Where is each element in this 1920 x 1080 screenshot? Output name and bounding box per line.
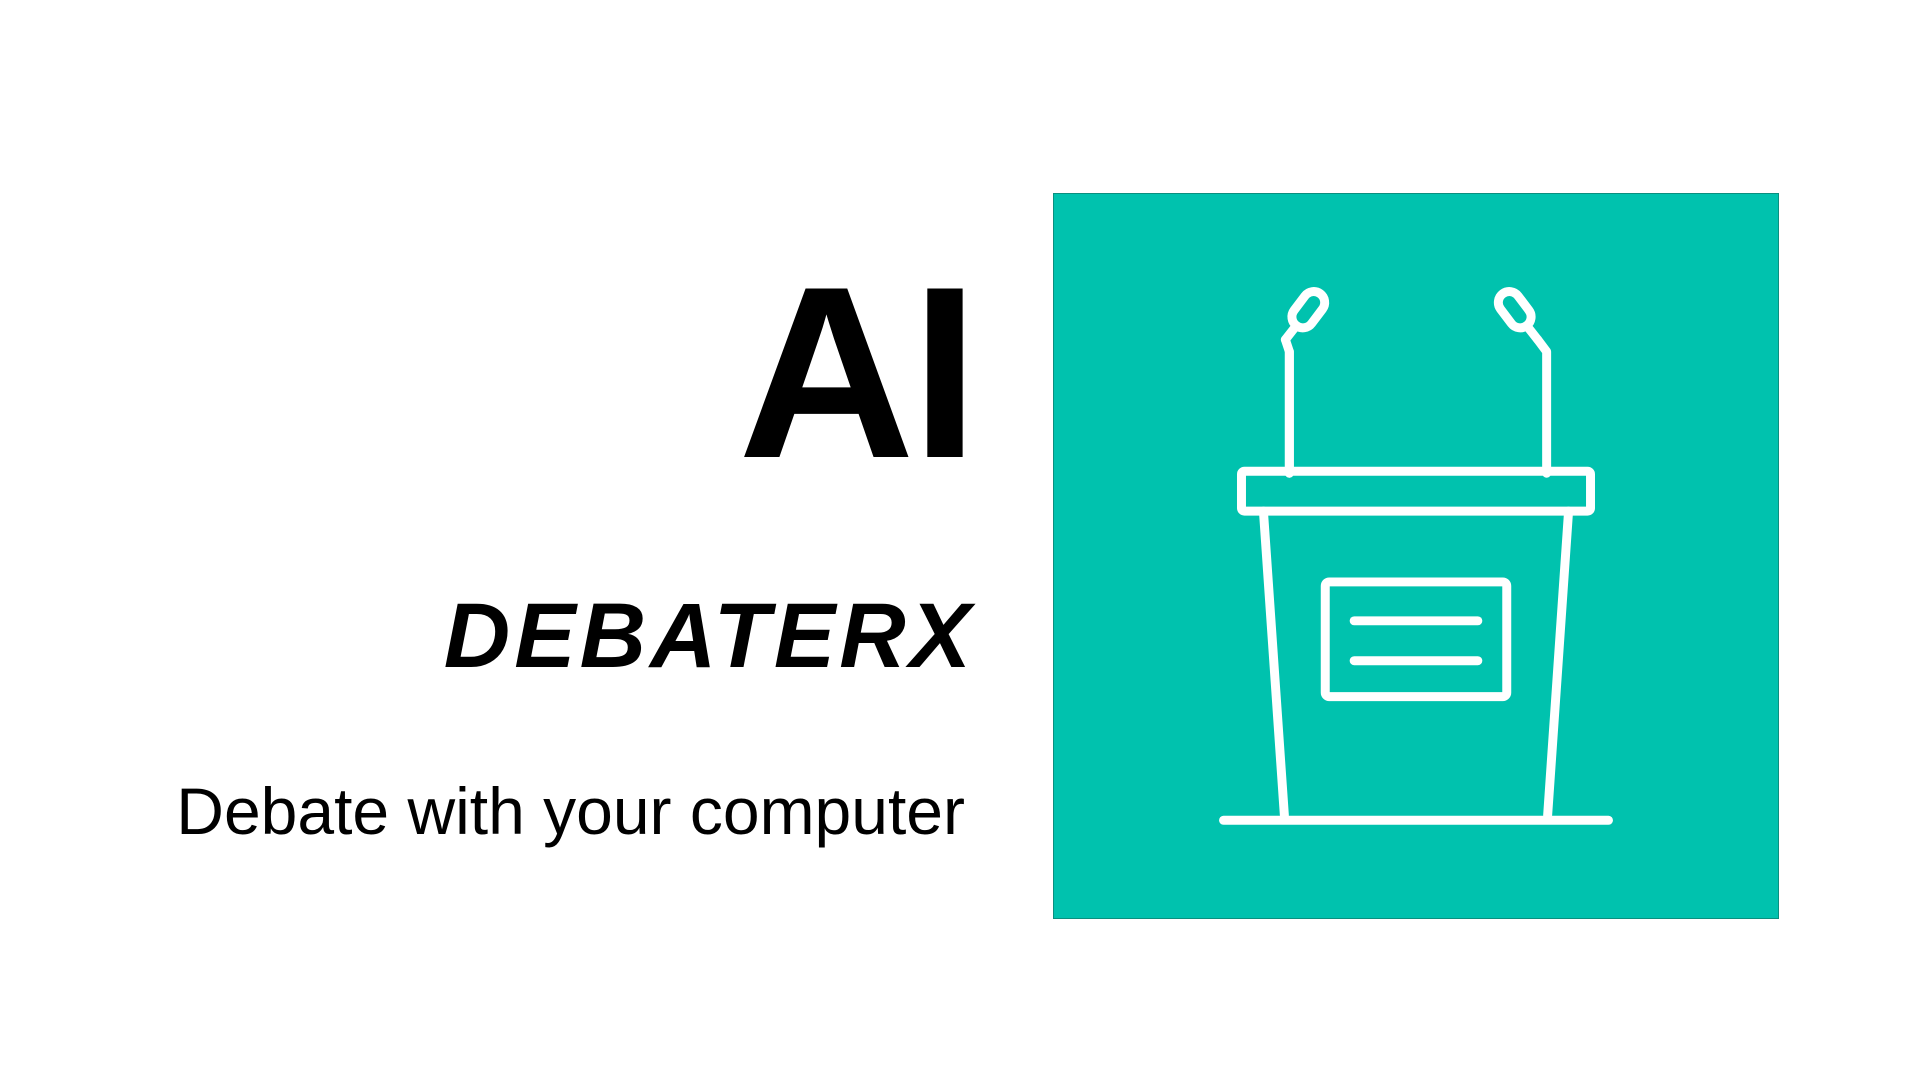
icon-background xyxy=(1054,194,1778,918)
podium-icon xyxy=(1054,194,1778,918)
hero-subtitle: DEBATERX xyxy=(443,585,975,687)
hero-title: AI xyxy=(738,235,979,509)
hero-tagline: Debate with your computer xyxy=(176,774,965,848)
hero-text: AI DEBATERX Debate with your computer xyxy=(0,0,979,1080)
podium-icon-panel xyxy=(1053,193,1779,919)
